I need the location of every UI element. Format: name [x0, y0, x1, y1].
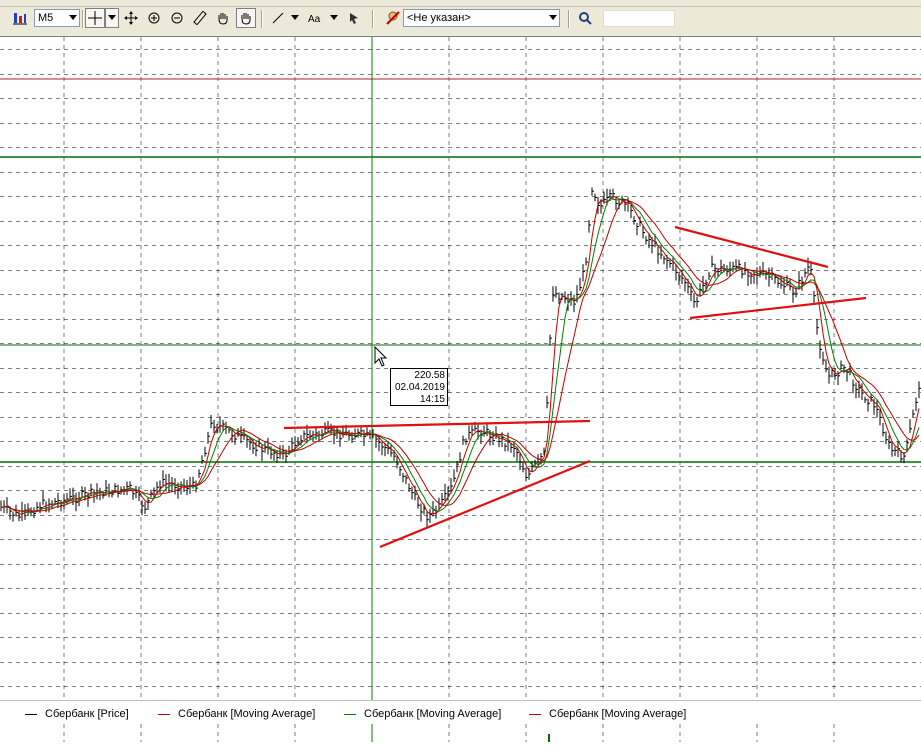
hand-icon — [241, 13, 251, 25]
chart-grid — [0, 37, 921, 701]
text-icon: Aa — [308, 14, 321, 24]
chevron-down-icon — [108, 15, 116, 20]
chevron-down-icon — [330, 15, 338, 20]
zoom-in-button[interactable] — [144, 8, 164, 28]
price-chart[interactable] — [0, 37, 921, 701]
text-tool-dropdown-button[interactable] — [327, 8, 341, 28]
select-hand-button[interactable] — [236, 8, 256, 28]
toolbar-top-strip — [0, 0, 921, 7]
chart-type-icon[interactable] — [10, 8, 30, 28]
tooltip-price: 220.58 — [414, 370, 445, 381]
toolbar-separator — [372, 10, 374, 28]
crosshair-tooltip: 220.58 02.04.2019 14:15 — [390, 368, 448, 406]
instrument-icon-button[interactable] — [383, 8, 403, 28]
legend-swatch — [529, 713, 541, 715]
svg-text:Aa: Aa — [308, 14, 321, 24]
hand-icon — [218, 13, 228, 25]
instrument-value: <Не указан> — [407, 12, 471, 24]
legend-item[interactable]: Сбербанк [Moving Average] — [529, 707, 686, 721]
crosshair-icon — [88, 11, 102, 25]
search-button[interactable] — [575, 8, 595, 28]
chevron-down-icon — [549, 15, 557, 20]
timeframe-select[interactable]: M5 — [34, 9, 80, 27]
legend-item[interactable]: Сбербанк [Moving Average] — [158, 707, 315, 721]
instrument-select[interactable]: <Не указан> — [403, 9, 560, 27]
tooltip-date: 02.04.2019 — [394, 382, 445, 393]
chevron-down-icon — [291, 15, 299, 20]
instrument-icon — [386, 11, 400, 25]
footer-grid — [63, 724, 835, 742]
ruler-button[interactable] — [190, 8, 210, 28]
moving-average-line — [0, 199, 920, 512]
chart-footer — [0, 724, 921, 742]
crosshair-button[interactable] — [85, 8, 105, 28]
trend-line — [283, 419, 591, 430]
move-icon — [124, 11, 138, 25]
legend-swatch — [158, 713, 170, 715]
mouse-cursor-icon — [374, 345, 388, 367]
toolbar-separator — [568, 10, 570, 28]
line-icon — [272, 12, 284, 24]
legend-label: Сбербанк [Moving Average] — [549, 708, 687, 720]
trend-line — [674, 225, 829, 269]
ruler-icon — [193, 11, 207, 25]
legend-swatch — [344, 713, 356, 715]
crosshair-dropdown-button[interactable] — [105, 8, 119, 28]
toolbar-separator — [261, 10, 263, 28]
toolbar-row: M5 Aa <Не указан> — [0, 8, 921, 30]
timeframe-value: M5 — [38, 12, 54, 24]
zoom-out-button[interactable] — [167, 8, 187, 28]
chart-toolbar: M5 Aa <Не указан> — [0, 0, 921, 36]
pointer-tool-button[interactable] — [344, 8, 364, 28]
chevron-down-icon — [69, 15, 77, 20]
line-tool-dropdown-button[interactable] — [288, 8, 302, 28]
search-input[interactable] — [603, 10, 675, 27]
line-tool-button[interactable] — [268, 8, 288, 28]
legend-label: Сбербанк [Moving Average] — [178, 708, 316, 720]
tooltip-time: 14:15 — [419, 394, 445, 405]
legend-swatch — [25, 713, 37, 715]
toolbar-separator — [82, 10, 84, 28]
pointer-icon — [350, 13, 358, 24]
move-button[interactable] — [121, 8, 141, 28]
zoom-in-icon — [148, 12, 160, 24]
trend-line — [689, 296, 867, 320]
legend-label: Сбербанк [Moving Average] — [364, 708, 502, 720]
hand-button[interactable] — [213, 8, 233, 28]
zoom-out-icon — [171, 12, 183, 24]
search-icon — [579, 12, 592, 25]
legend-item[interactable]: Сбербанк [Moving Average] — [344, 707, 501, 721]
legend-item[interactable]: Сбербанк [Price] — [25, 707, 129, 721]
price-chart-area[interactable] — [0, 36, 921, 701]
legend-label: Сбербанк [Price] — [45, 708, 129, 720]
text-tool-button[interactable]: Aa — [305, 8, 327, 28]
chart-legend: Сбербанк [Price] Сбербанк [Moving Averag… — [0, 700, 921, 725]
